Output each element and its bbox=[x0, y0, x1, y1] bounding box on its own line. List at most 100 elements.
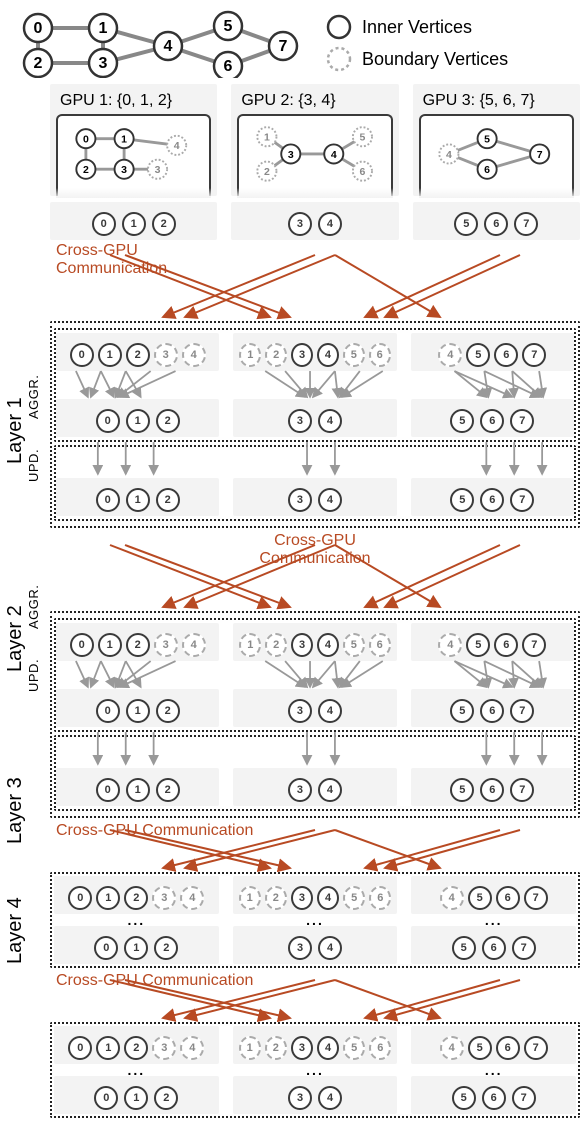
comm1-label: Cross-GPUCommunication bbox=[50, 240, 580, 279]
vertex-5: 5 bbox=[468, 1036, 492, 1060]
left-labels: Layer 1 AGGR. UPD. Layer 2 AGGR. UPD. La… bbox=[8, 84, 50, 1120]
svg-text:3: 3 bbox=[155, 164, 161, 176]
vertex-2: 2 bbox=[156, 699, 180, 723]
vertex-4: 4 bbox=[440, 1036, 464, 1060]
top-row: 0 1 2 3 4 5 6 7 Inner Vertices Boundary … bbox=[8, 8, 580, 78]
vertex-7: 7 bbox=[524, 1036, 548, 1060]
vertex-2: 2 bbox=[152, 212, 176, 236]
gpu-columns: GPU 1: {0, 1, 2} 0 1 2 3 4 bbox=[50, 84, 580, 196]
vertex-4: 4 bbox=[180, 1036, 204, 1060]
vertex-5: 5 bbox=[450, 488, 474, 512]
vertex-0: 0 bbox=[94, 936, 118, 960]
vertex-6: 6 bbox=[480, 409, 504, 433]
vertex-1: 1 bbox=[239, 343, 261, 367]
vertex-4: 4 bbox=[318, 1086, 342, 1110]
vertex-6: 6 bbox=[484, 212, 508, 236]
vertex-6: 6 bbox=[494, 633, 518, 657]
gpu1-partition: 0 1 2 3 4 3 bbox=[56, 114, 211, 196]
vertex-2: 2 bbox=[124, 886, 148, 910]
vertex-2: 2 bbox=[126, 633, 150, 657]
vertex-5: 5 bbox=[454, 212, 478, 236]
vertex-4: 4 bbox=[318, 936, 342, 960]
comm1-arrows bbox=[50, 279, 580, 319]
vertex-3: 3 bbox=[152, 886, 176, 910]
initial-node-row: 012 34 567 bbox=[50, 202, 580, 240]
gpu2-partition: 3 4 1 2 5 6 bbox=[237, 114, 392, 196]
vertex-6: 6 bbox=[496, 886, 520, 910]
vertex-0: 0 bbox=[70, 633, 94, 657]
svg-text:2: 2 bbox=[264, 166, 270, 178]
svg-text:1: 1 bbox=[99, 20, 108, 37]
layer2-box: 01234 123456 4567 012 34 567 bbox=[50, 611, 580, 818]
vertex-0: 0 bbox=[94, 1086, 118, 1110]
svg-text:1: 1 bbox=[264, 132, 270, 144]
legend-boundary-label: Boundary Vertices bbox=[362, 49, 508, 70]
layer2-aggr: 01234 123456 4567 012 34 567 bbox=[54, 618, 576, 732]
vertex-1: 1 bbox=[98, 343, 122, 367]
svg-text:3: 3 bbox=[121, 164, 127, 176]
layer3-box: 01234 123456 4567 ... ... ... 012 34 567 bbox=[50, 872, 580, 968]
vertex-0: 0 bbox=[68, 886, 92, 910]
legend-inner-label: Inner Vertices bbox=[362, 17, 472, 38]
vertex-0: 0 bbox=[70, 343, 94, 367]
vertex-7: 7 bbox=[514, 212, 538, 236]
vertex-7: 7 bbox=[524, 886, 548, 910]
vertex-4: 4 bbox=[317, 1036, 339, 1060]
vertex-3: 3 bbox=[291, 343, 313, 367]
vertex-3: 3 bbox=[288, 488, 312, 512]
vertex-2: 2 bbox=[265, 633, 287, 657]
vertex-7: 7 bbox=[510, 778, 534, 802]
vertex-1: 1 bbox=[126, 699, 150, 723]
vertex-1: 1 bbox=[239, 886, 261, 910]
vertex-5: 5 bbox=[452, 936, 476, 960]
vertex-4: 4 bbox=[438, 343, 462, 367]
vertex-2: 2 bbox=[156, 409, 180, 433]
vertex-4: 4 bbox=[317, 343, 339, 367]
vertex-7: 7 bbox=[510, 488, 534, 512]
vertex-4: 4 bbox=[318, 212, 342, 236]
vertex-6: 6 bbox=[369, 1036, 391, 1060]
layer1-aggr: 01234 123456 4567 bbox=[54, 328, 576, 442]
vertex-6: 6 bbox=[482, 1086, 506, 1110]
vertex-6: 6 bbox=[480, 699, 504, 723]
vertex-6: 6 bbox=[369, 886, 391, 910]
vertex-1: 1 bbox=[126, 409, 150, 433]
vertex-5: 5 bbox=[343, 343, 365, 367]
vertex-1: 1 bbox=[122, 212, 146, 236]
svg-text:5: 5 bbox=[360, 132, 366, 144]
vertex-2: 2 bbox=[156, 778, 180, 802]
vertex-6: 6 bbox=[480, 488, 504, 512]
svg-text:4: 4 bbox=[164, 38, 173, 55]
vertex-4: 4 bbox=[180, 886, 204, 910]
vertex-5: 5 bbox=[343, 886, 365, 910]
vertex-5: 5 bbox=[468, 886, 492, 910]
svg-text:1: 1 bbox=[121, 133, 127, 145]
vertex-4: 4 bbox=[182, 633, 206, 657]
vertex-3: 3 bbox=[288, 699, 312, 723]
vertex-2: 2 bbox=[265, 343, 287, 367]
legend-inner: Inner Vertices bbox=[326, 14, 508, 40]
vertex-3: 3 bbox=[291, 633, 313, 657]
vertex-2: 2 bbox=[265, 1036, 287, 1060]
vertex-3: 3 bbox=[288, 409, 312, 433]
layer2-label: Layer 2 bbox=[4, 605, 27, 672]
legend-boundary: Boundary Vertices bbox=[326, 46, 508, 72]
vertex-4: 4 bbox=[182, 343, 206, 367]
vertex-7: 7 bbox=[512, 936, 536, 960]
vertex-7: 7 bbox=[510, 699, 534, 723]
vertex-7: 7 bbox=[522, 633, 546, 657]
layer1-upd: 012 34 567 bbox=[54, 445, 576, 521]
vertex-3: 3 bbox=[152, 1036, 176, 1060]
comm2-label: Cross-GPUCommunication bbox=[50, 530, 580, 569]
vertex-4: 4 bbox=[440, 886, 464, 910]
vertex-1: 1 bbox=[239, 633, 261, 657]
vertex-2: 2 bbox=[124, 1036, 148, 1060]
vertex-4: 4 bbox=[317, 633, 339, 657]
svg-text:6: 6 bbox=[360, 166, 366, 178]
vertex-0: 0 bbox=[96, 409, 120, 433]
vertex-2: 2 bbox=[156, 488, 180, 512]
vertex-3: 3 bbox=[288, 778, 312, 802]
gpu3-title: GPU 3: {5, 6, 7} bbox=[419, 92, 574, 110]
vertex-0: 0 bbox=[96, 488, 120, 512]
vertex-1: 1 bbox=[96, 886, 120, 910]
